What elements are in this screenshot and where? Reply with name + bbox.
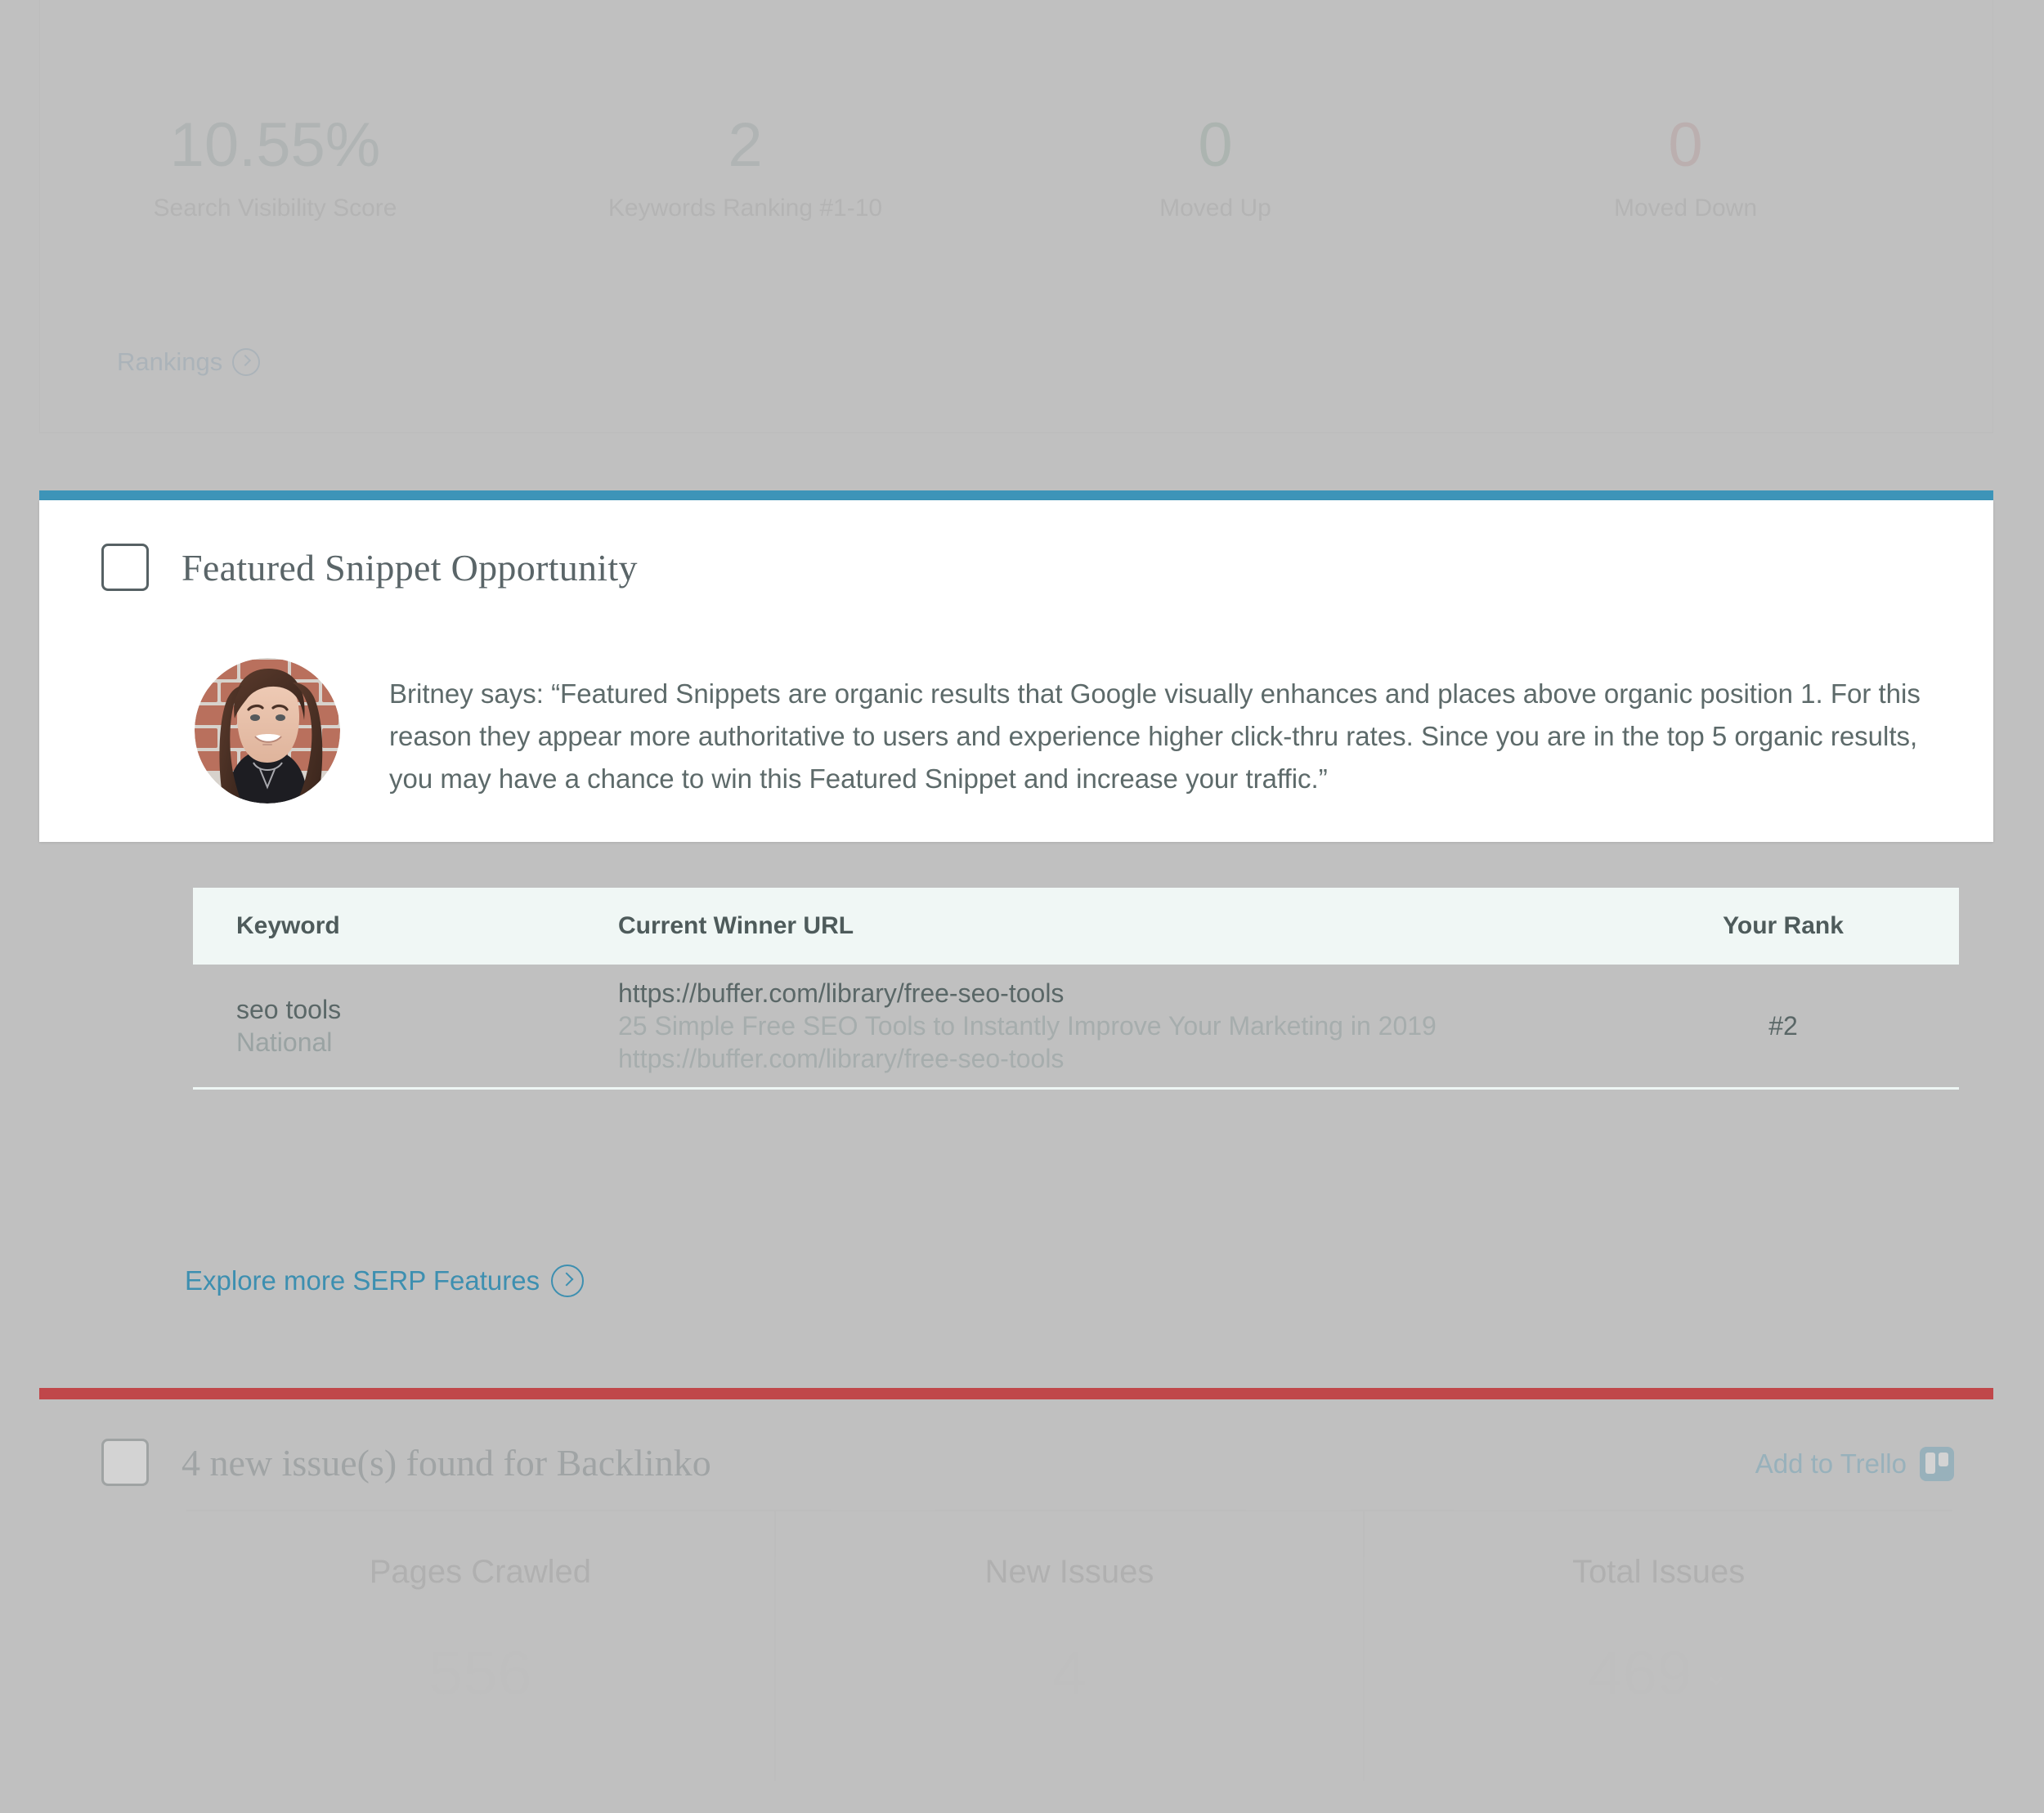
chevron-right-circle-icon <box>232 348 261 376</box>
stat-value: 0 <box>1198 110 1233 180</box>
issues-card-header: 4 new issue(s) found for Backlinko <box>101 1439 711 1486</box>
stat-value: 2 <box>728 110 763 180</box>
issues-select-checkbox[interactable] <box>101 1439 149 1486</box>
issues-stats-row: Pages Crawled 556 New Issues 4 Total Iss… <box>186 1510 1952 1781</box>
table-row[interactable]: seo tools National https://buffer.com/li… <box>193 965 1959 1090</box>
snippet-select-checkbox[interactable] <box>101 544 149 591</box>
cell-your-rank: #2 <box>1607 1011 1959 1041</box>
winner-url-display: https://buffer.com/library/free-seo-tool… <box>618 1044 1065 1073</box>
stat-value: 10.55% <box>169 110 381 180</box>
stat-new-issues: New Issues 4 <box>773 1511 1364 1781</box>
expert-quote-block: Britney says: “Featured Snippets are org… <box>195 658 1961 804</box>
stat-value: 469 ⌄ <box>1365 1638 1952 1709</box>
featured-snippet-table: Keyword Current Winner URL Your Rank seo… <box>193 888 1959 1090</box>
page-title: Featured Snippet Opportunity <box>182 546 638 589</box>
your-rank-value: #2 <box>1768 1010 1798 1041</box>
chevron-right-circle-icon <box>551 1265 585 1297</box>
stat-pages-crawled: Pages Crawled 556 <box>186 1511 774 1781</box>
rankings-link[interactable]: Rankings <box>117 347 261 377</box>
stat-label: Keywords Ranking #1-10 <box>607 195 883 222</box>
add-to-trello-button[interactable]: Add to Trello <box>1755 1447 1954 1481</box>
stat-label: Moved Up <box>1159 195 1271 222</box>
winner-page-title: 25 Simple Free SEO Tools to Instantly Im… <box>618 1011 1437 1041</box>
winner-url-link[interactable]: https://buffer.com/library/free-seo-tool… <box>618 977 1607 1009</box>
stat-moved-up: 0 Moved Up <box>980 114 1450 222</box>
table-header-row: Keyword Current Winner URL Your Rank <box>193 888 1959 965</box>
expert-quote-text: Britney says: “Featured Snippets are org… <box>389 678 1921 794</box>
cell-keyword: seo tools National <box>193 993 602 1059</box>
explore-serp-features-label: Explore more SERP Features <box>185 1265 540 1296</box>
rankings-link-label: Rankings <box>117 347 223 376</box>
add-to-trello-label: Add to Trello <box>1755 1448 1907 1479</box>
keyword-name: seo tools <box>236 995 342 1024</box>
issues-title: 4 new issue(s) found for Backlinko <box>182 1441 711 1484</box>
stat-moved-down: 0 Moved Down <box>1450 114 1921 222</box>
chevron-down-icon: ⌄ <box>1703 1658 1729 1692</box>
stat-value: 4 <box>1051 1639 1087 1708</box>
stat-label: Total Issues <box>1572 1554 1746 1590</box>
keyword-scope: National <box>236 1027 333 1057</box>
column-header-winner-url: Current Winner URL <box>618 912 854 939</box>
stat-value: 556 <box>428 1639 532 1708</box>
rankings-stats-row: 10.55% Search Visibility Score 2 Keyword… <box>40 114 1921 222</box>
trello-icon <box>1920 1447 1954 1481</box>
avatar <box>195 658 340 804</box>
stat-label: Moved Down <box>1613 195 1758 222</box>
stat-number: 469 <box>1588 1639 1692 1708</box>
stat-label: New Issues <box>984 1554 1154 1590</box>
snippet-card-header: Featured Snippet Opportunity <box>101 544 638 591</box>
featured-snippet-card: Featured Snippet Opportunity Britney say… <box>39 500 1993 1090</box>
stat-value: 0 <box>1668 110 1703 180</box>
issues-card-accent-bar <box>39 1388 1993 1399</box>
rankings-panel: 10.55% Search Visibility Score 2 Keyword… <box>39 0 1993 433</box>
cell-winner-url: https://buffer.com/library/free-seo-tool… <box>602 977 1607 1075</box>
stat-total-issues: Total Issues 469 ⌄ <box>1363 1511 1952 1781</box>
explore-serp-features-link[interactable]: Explore more SERP Features <box>185 1265 585 1297</box>
stat-label: Pages Crawled <box>369 1554 591 1590</box>
site-issues-card: 4 new issue(s) found for Backlinko Add t… <box>39 1399 1993 1813</box>
column-header-your-rank: Your Rank <box>1723 912 1844 939</box>
stat-keywords-ranking: 2 Keywords Ranking #1-10 <box>510 114 980 222</box>
column-header-keyword: Keyword <box>236 912 340 939</box>
stat-label: Search Visibility Score <box>153 195 397 222</box>
stat-search-visibility: 10.55% Search Visibility Score <box>40 114 510 222</box>
